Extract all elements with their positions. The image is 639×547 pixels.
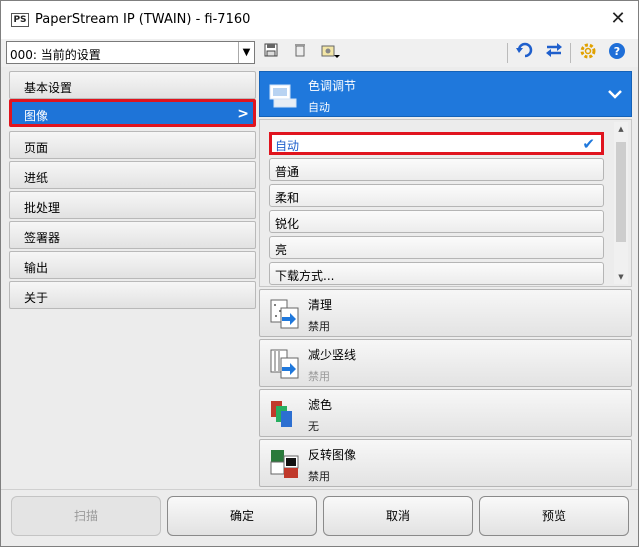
nav-item-imprinter[interactable]: 签署器: [9, 221, 256, 249]
save-icon[interactable]: [260, 42, 282, 64]
option-bright[interactable]: 亮: [269, 236, 604, 259]
nav-item-label: 进纸: [24, 171, 49, 185]
feature-title: 减少竖线: [308, 348, 357, 362]
option-normal[interactable]: 普通: [269, 158, 604, 181]
nav-item-image[interactable]: 图像 >: [9, 99, 256, 127]
nav-item-output[interactable]: 输出: [9, 251, 256, 279]
scroll-down-icon[interactable]: ▼: [614, 270, 628, 284]
app-icon: PS: [11, 13, 29, 27]
option-label: 亮: [275, 243, 288, 257]
svg-text:?: ?: [614, 45, 620, 58]
nav-item-feed[interactable]: 进纸: [9, 161, 256, 189]
scanner-icon: [268, 81, 298, 109]
nav-item-label: 签署器: [24, 231, 61, 245]
undo-icon[interactable]: [513, 42, 535, 64]
color-tone-value: 自动: [308, 101, 330, 114]
profile-select[interactable]: 000: 当前的设置 ▼: [6, 41, 255, 64]
option-label: 普通: [275, 165, 300, 179]
feature-invert[interactable]: 反转图像 禁用: [259, 439, 632, 487]
scroll-up-icon[interactable]: ▲: [614, 122, 628, 136]
nav-item-batch[interactable]: 批处理: [9, 191, 256, 219]
chevron-down-icon[interactable]: [607, 84, 623, 105]
option-label: 自动: [275, 139, 300, 153]
feature-title: 滤色: [308, 398, 333, 412]
feature-title: 清理: [308, 298, 333, 312]
color-dropout-icon: [270, 399, 300, 429]
nav-item-label: 关于: [24, 291, 49, 305]
options-scrollbar[interactable]: ▲ ▼: [614, 122, 628, 284]
gear-icon[interactable]: [577, 42, 599, 64]
feature-value: 禁用: [308, 320, 330, 333]
chevron-right-icon: >: [237, 106, 249, 122]
title-bar: PS PaperStream IP (TWAIN) - fi-7160 ✕: [1, 1, 638, 39]
nav-item-label: 图像: [24, 109, 49, 123]
toolbar-separator: [507, 43, 508, 63]
feature-value: 禁用: [308, 370, 330, 383]
feature-vertical-streaks[interactable]: 减少竖线 禁用: [259, 339, 632, 387]
scan-button[interactable]: 扫描: [11, 496, 161, 536]
settings-panel: 色调调节 自动 自动 ✔ 普通 柔和 锐化 亮 下载方式... ▲ ▼ 清理 禁…: [259, 71, 632, 491]
color-tone-header[interactable]: 色调调节 自动: [259, 71, 632, 117]
cleanup-icon: [270, 299, 300, 329]
left-nav: 基本设置 图像 > 页面 进纸 批处理 签署器 输出 关于: [9, 71, 256, 491]
window-title: PaperStream IP (TWAIN) - fi-7160: [35, 12, 251, 27]
scroll-thumb[interactable]: [616, 142, 626, 242]
option-soft[interactable]: 柔和: [269, 184, 604, 207]
color-tone-title: 色调调节: [308, 79, 357, 93]
nav-item-label: 基本设置: [24, 81, 73, 95]
delete-icon[interactable]: [289, 42, 311, 64]
preview-button[interactable]: 预览: [479, 496, 629, 536]
option-label: 下载方式...: [275, 269, 335, 283]
action-bar: 扫描 确定 取消 预览: [1, 489, 638, 546]
feature-cleanup[interactable]: 清理 禁用: [259, 289, 632, 337]
nav-item-label: 批处理: [24, 201, 61, 215]
feature-value: 禁用: [308, 470, 330, 483]
option-sharp[interactable]: 锐化: [269, 210, 604, 233]
help-icon[interactable]: ?: [606, 42, 628, 64]
option-label: 锐化: [275, 217, 300, 231]
feature-value: 无: [308, 420, 319, 433]
color-tone-options: 自动 ✔ 普通 柔和 锐化 亮 下载方式... ▲ ▼: [259, 119, 632, 287]
nav-item-about[interactable]: 关于: [9, 281, 256, 309]
nav-item-label: 输出: [24, 261, 49, 275]
nav-item-basic[interactable]: 基本设置: [9, 71, 256, 99]
option-auto[interactable]: 自动 ✔: [269, 132, 604, 155]
toolbar: 000: 当前的设置 ▼ ?: [1, 39, 638, 67]
profile-menu-icon[interactable]: [319, 42, 341, 64]
close-icon[interactable]: ✕: [608, 9, 628, 29]
feature-dropout[interactable]: 滤色 无: [259, 389, 632, 437]
nav-item-page[interactable]: 页面: [9, 131, 256, 159]
streak-reduction-icon: [270, 349, 300, 379]
cancel-button[interactable]: 取消: [323, 496, 473, 536]
profile-select-value: 000: 当前的设置: [10, 48, 101, 62]
nav-item-label: 页面: [24, 141, 49, 155]
ok-button[interactable]: 确定: [167, 496, 317, 536]
option-label: 柔和: [275, 191, 300, 205]
checkmark-icon: ✔: [582, 135, 595, 153]
swap-icon[interactable]: [543, 42, 565, 64]
feature-title: 反转图像: [308, 448, 357, 462]
invert-image-icon: [270, 449, 300, 479]
toolbar-separator: [570, 43, 571, 63]
chevron-down-icon[interactable]: ▼: [238, 42, 254, 63]
app-window: PS PaperStream IP (TWAIN) - fi-7160 ✕ 00…: [0, 0, 639, 547]
option-download[interactable]: 下载方式...: [269, 262, 604, 285]
